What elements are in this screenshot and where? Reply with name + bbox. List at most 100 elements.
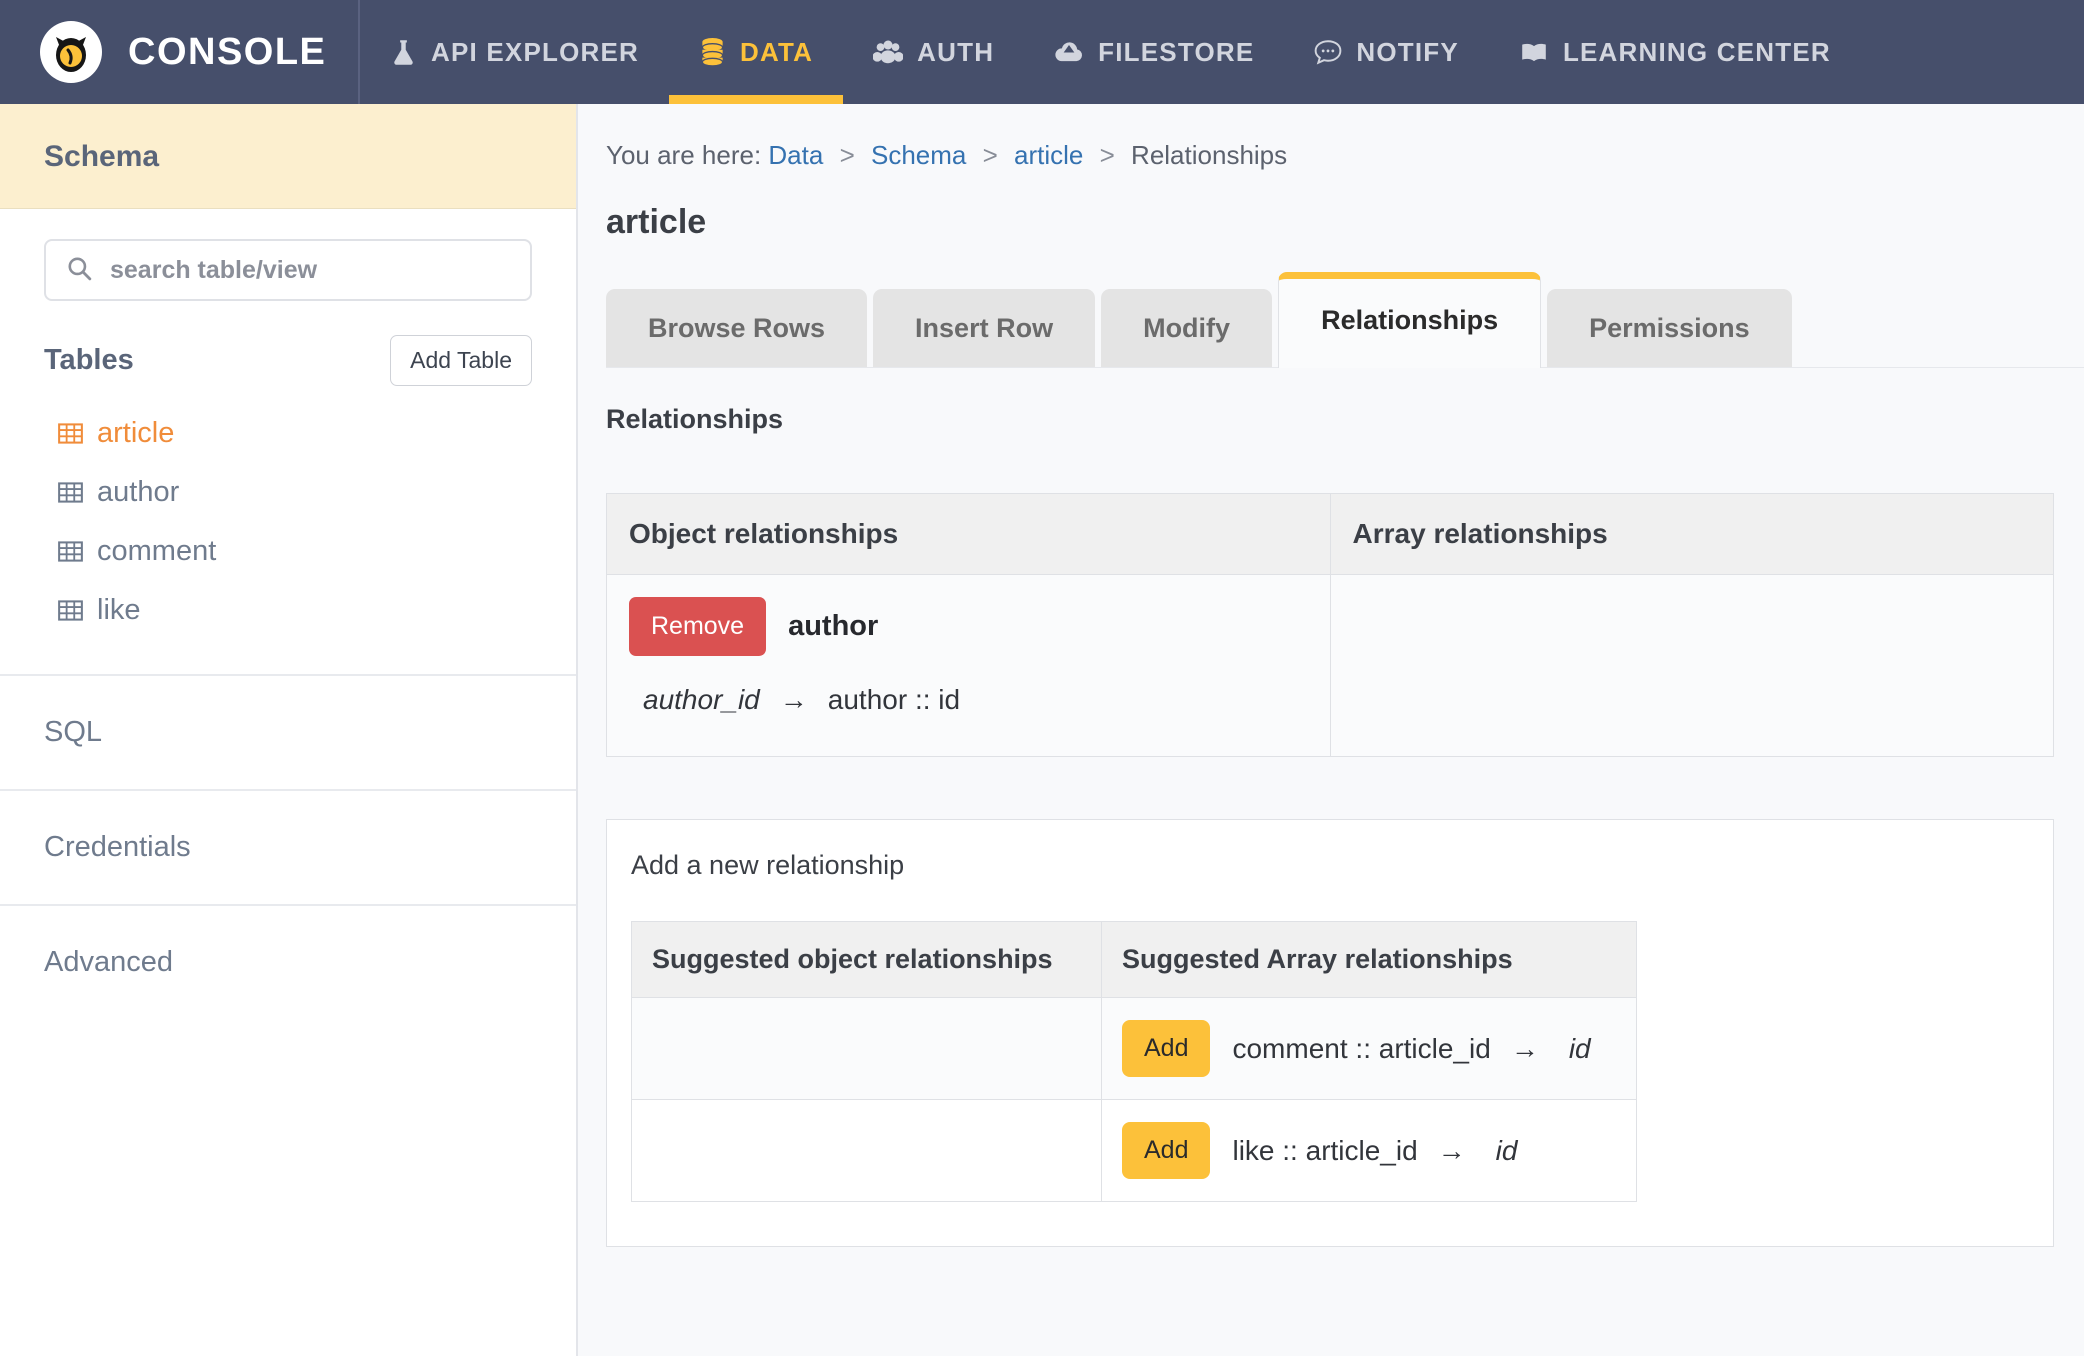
relationship-mapping: author_id → author :: id xyxy=(629,684,1308,716)
sidebar-table-label: comment xyxy=(97,535,217,567)
search-input[interactable] xyxy=(108,254,510,286)
suggested-relationship-text: comment :: article_id → id xyxy=(1232,1033,1590,1065)
suggested-array-entry: Add like :: article_id → id xyxy=(1122,1122,1616,1179)
remove-relationship-button[interactable]: Remove xyxy=(629,597,767,656)
nav-item-data[interactable]: DATA xyxy=(669,0,844,104)
database-icon xyxy=(699,37,726,67)
cloud-upload-icon xyxy=(1054,40,1084,65)
table-grid-icon xyxy=(58,480,83,505)
nav-item-label: AUTH xyxy=(917,36,995,67)
nav-item-label: FILESTORE xyxy=(1098,36,1255,67)
array-relationships-cell xyxy=(1329,574,2054,757)
breadcrumb-current: Relationships xyxy=(1131,140,1288,170)
tab-permissions[interactable]: Permissions xyxy=(1547,289,1792,368)
search-icon xyxy=(66,255,92,286)
nav-item-auth[interactable]: AUTH xyxy=(843,0,1024,104)
nav-item-label: DATA xyxy=(740,36,814,67)
table-grid-icon xyxy=(58,598,83,623)
nav-item-api-explorer[interactable]: API EXPLORER xyxy=(360,0,669,104)
arrow-right-icon: → xyxy=(779,684,808,715)
object-relationship-entry: Remove author xyxy=(629,597,1308,656)
search-table-view-wrapper[interactable] xyxy=(44,239,532,301)
nav-item-label: LEARNING CENTER xyxy=(1562,36,1831,67)
suggested-relationship-text: like :: article_id → id xyxy=(1232,1135,1517,1167)
book-icon xyxy=(1519,40,1549,65)
sidebar-table-comment[interactable]: comment xyxy=(44,522,532,581)
sidebar-table-like[interactable]: like xyxy=(44,581,532,640)
relationships-table: Object relationships Array relationships… xyxy=(606,493,2054,757)
suggested-relationships-table: Suggested object relationships Suggested… xyxy=(631,921,1637,1202)
top-navigation-bar: CONSOLE API EXPLORER DATA AUTH FILESTORE… xyxy=(0,0,2084,104)
nav-item-filestore[interactable]: FILESTORE xyxy=(1024,0,1284,104)
sidebar-table-label: like xyxy=(97,594,141,626)
tab-insert-row[interactable]: Insert Row xyxy=(873,289,1096,368)
sidebar-item-credentials[interactable]: Credentials xyxy=(0,789,576,904)
suggested-source: comment :: article_id xyxy=(1232,1032,1491,1064)
chat-bubble-icon xyxy=(1314,39,1342,65)
tab-browse-rows[interactable]: Browse Rows xyxy=(606,289,868,368)
arrow-right-icon: → xyxy=(1510,1032,1539,1064)
suggested-target: id xyxy=(1568,1032,1591,1064)
column-header-array-relationships: Array relationships xyxy=(1329,493,2054,575)
nav-items: API EXPLORER DATA AUTH FILESTORE NOTIFY … xyxy=(360,0,2084,104)
tables-label: Tables xyxy=(44,344,134,376)
breadcrumb-separator: > xyxy=(982,140,998,170)
suggested-array-cell: Add like :: article_id → id xyxy=(1101,1099,1637,1202)
flask-icon xyxy=(390,38,417,67)
nav-item-label: NOTIFY xyxy=(1356,36,1459,67)
sidebar-table-article[interactable]: article xyxy=(44,404,532,463)
users-icon xyxy=(873,39,904,66)
nav-item-label: API EXPLORER xyxy=(431,36,639,67)
sidebar-item-sql[interactable]: SQL xyxy=(0,674,576,789)
sidebar: Schema Tables Add Table article xyxy=(0,104,578,1356)
breadcrumb-separator: > xyxy=(839,140,855,170)
schema-header-title: Schema xyxy=(44,140,160,173)
nav-item-notify[interactable]: NOTIFY xyxy=(1284,0,1489,104)
sidebar-table-author[interactable]: author xyxy=(44,463,532,522)
main-content: You are here: Data > Schema > article > … xyxy=(578,104,2084,1356)
breadcrumb-link-schema[interactable]: Schema xyxy=(871,140,966,170)
owl-logo-icon xyxy=(40,21,102,83)
table-row: Add like :: article_id → id xyxy=(631,1099,1637,1202)
app-shell: Schema Tables Add Table article xyxy=(0,104,2084,1356)
tables-header-row: Tables Add Table xyxy=(44,335,532,386)
add-table-button[interactable]: Add Table xyxy=(390,335,532,386)
nav-item-learning-center[interactable]: LEARNING CENTER xyxy=(1489,0,1861,104)
table-list: article author comment like xyxy=(44,404,532,674)
suggested-object-cell xyxy=(631,1099,1102,1202)
brand-title: CONSOLE xyxy=(128,30,327,73)
relationship-source-column: author_id xyxy=(643,684,760,715)
column-header-suggested-object-relationships: Suggested object relationships xyxy=(631,921,1102,998)
table-row: Add comment :: article_id → id xyxy=(631,997,1637,1100)
sidebar-item-advanced[interactable]: Advanced xyxy=(0,904,576,1019)
tab-relationships[interactable]: Relationships xyxy=(1278,272,1542,368)
column-header-object-relationships: Object relationships xyxy=(606,493,1331,575)
schema-header[interactable]: Schema xyxy=(0,104,576,209)
sidebar-body: Tables Add Table article author xyxy=(0,209,576,674)
sidebar-table-label: article xyxy=(97,417,175,449)
page-title: article xyxy=(606,203,707,241)
add-relationship-button[interactable]: Add xyxy=(1122,1020,1211,1077)
add-new-relationship-title: Add a new relationship xyxy=(631,850,905,880)
add-relationship-button[interactable]: Add xyxy=(1122,1122,1211,1179)
arrow-right-icon: → xyxy=(1437,1134,1466,1166)
breadcrumb-prefix: You are here: xyxy=(606,140,762,170)
object-relationships-cell: Remove author author_id → author :: id xyxy=(606,574,1331,757)
suggested-array-entry: Add comment :: article_id → id xyxy=(1122,1020,1616,1077)
tab-bar: Browse Rows Insert Row Modify Relationsh… xyxy=(578,242,2084,368)
suggested-target: id xyxy=(1495,1134,1518,1166)
brand-logo-link[interactable]: CONSOLE xyxy=(0,0,360,104)
add-new-relationship-panel: Add a new relationship Suggested object … xyxy=(606,819,2054,1247)
suggested-object-cell xyxy=(631,997,1102,1100)
breadcrumb-link-article[interactable]: article xyxy=(1014,140,1083,170)
table-row: Remove author author_id → author :: id xyxy=(606,574,2054,757)
suggested-array-cell: Add comment :: article_id → id xyxy=(1101,997,1637,1100)
suggested-source: like :: article_id xyxy=(1232,1134,1418,1166)
table-grid-icon xyxy=(58,539,83,564)
table-grid-icon xyxy=(58,421,83,446)
relationship-target: author :: id xyxy=(827,684,961,715)
table-header-row: Object relationships Array relationships xyxy=(606,493,2054,575)
breadcrumb-link-data[interactable]: Data xyxy=(768,140,823,170)
tab-modify[interactable]: Modify xyxy=(1101,289,1273,368)
table-header-row: Suggested object relationships Suggested… xyxy=(631,921,1637,998)
